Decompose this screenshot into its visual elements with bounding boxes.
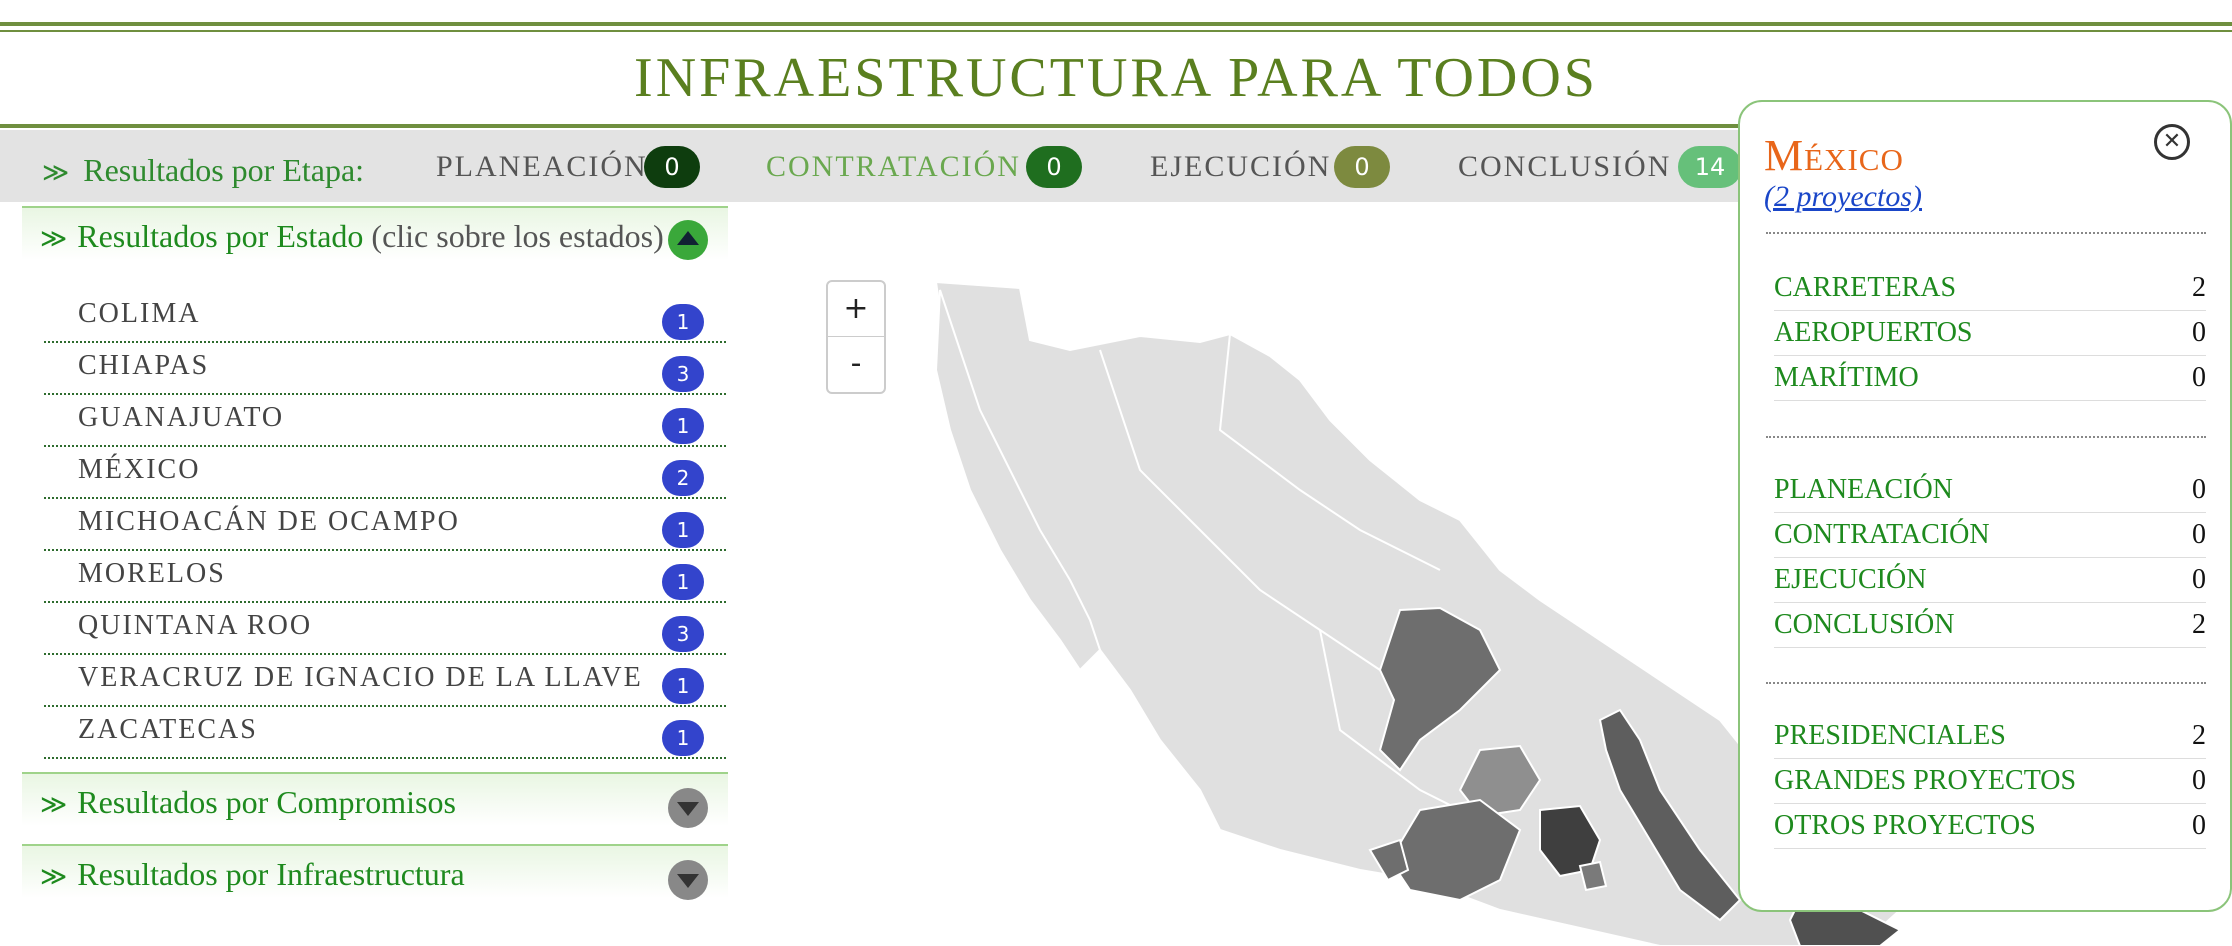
- state-row[interactable]: COLIMA 1: [44, 290, 726, 343]
- state-count-badge: 1: [662, 668, 704, 704]
- divider: [1766, 682, 2206, 684]
- stage-ejecucion[interactable]: EJECUCIÓN: [1150, 150, 1331, 184]
- panel-row-value: 0: [2192, 765, 2206, 796]
- section-infraestructura-label: ≫ Resultados por Infraestructura: [40, 856, 465, 893]
- panel-row: GRANDES PROYECTOS 0: [1774, 759, 2206, 804]
- state-count-badge: 1: [662, 408, 704, 444]
- zoom-in-button[interactable]: +: [828, 282, 884, 336]
- section-infraestructura[interactable]: ≫ Resultados por Infraestructura: [22, 844, 728, 900]
- double-chevron-icon: ≫: [40, 224, 68, 253]
- map-zoom-control: + -: [826, 280, 886, 394]
- state-count-badge: 1: [662, 720, 704, 756]
- panel-row-label: MARÍTIMO: [1774, 362, 1919, 393]
- state-count-badge: 3: [662, 616, 704, 652]
- state-row[interactable]: VERACRUZ DE IGNACIO DE LA LLAVE 1: [44, 654, 726, 707]
- state-name: MÉXICO: [78, 454, 201, 485]
- panel-row-value: 0: [2192, 519, 2206, 550]
- state-name: QUINTANA ROO: [78, 610, 313, 641]
- chevron-down-icon: [677, 874, 699, 888]
- panel-title: México: [1764, 131, 1904, 180]
- panel-row-value: 0: [2192, 362, 2206, 393]
- panel-row-value: 0: [2192, 810, 2206, 841]
- state-row[interactable]: MORELOS 1: [44, 550, 726, 603]
- expand-toggle-button[interactable]: [668, 788, 708, 828]
- state-row[interactable]: MICHOACÁN DE OCAMPO 1: [44, 498, 726, 551]
- state-count-badge: 2: [662, 460, 704, 496]
- panel-row-label: AEROPUERTOS: [1774, 317, 1973, 348]
- double-chevron-icon: ≫: [40, 862, 68, 891]
- stage-conclusion[interactable]: CONCLUSIÓN: [1458, 150, 1671, 184]
- stage-planeacion[interactable]: PLANEACIÓN: [436, 150, 648, 184]
- state-name: GUANAJUATO: [78, 402, 285, 433]
- panel-row: EJECUCIÓN 0: [1774, 558, 2206, 603]
- panel-row-label: CARRETERAS: [1774, 272, 1957, 303]
- panel-row-label: CONCLUSIÓN: [1774, 609, 1955, 640]
- state-row[interactable]: QUINTANA ROO 3: [44, 602, 726, 655]
- collapse-toggle-button[interactable]: [668, 220, 708, 260]
- panel-row-value: 2: [2192, 272, 2206, 303]
- double-chevron-icon: ≫: [42, 158, 70, 187]
- state-info-panel: México (2 proyectos) ✕ CARRETERAS 2 AEROP…: [1738, 100, 2232, 912]
- panel-row-label: CONTRATACIÓN: [1774, 519, 1990, 550]
- panel-row: OTROS PROYECTOS 0: [1774, 804, 2206, 849]
- stage-heading-label: Resultados por Etapa:: [83, 152, 365, 188]
- panel-row-label: OTROS PROYECTOS: [1774, 810, 2036, 841]
- panel-row-value: 0: [2192, 564, 2206, 595]
- stage-contratacion-count[interactable]: 0: [1026, 146, 1082, 188]
- panel-row: CONTRATACIÓN 0: [1774, 513, 2206, 558]
- panel-row-label: PLANEACIÓN: [1774, 474, 1953, 505]
- stage-ejecucion-count[interactable]: 0: [1334, 146, 1390, 188]
- state-row[interactable]: CHIAPAS 3: [44, 342, 726, 395]
- state-count-badge: 1: [662, 304, 704, 340]
- top-rule-thin: [0, 30, 2232, 32]
- panel-row: CONCLUSIÓN 2: [1774, 603, 2206, 648]
- panel-row-value: 0: [2192, 474, 2206, 505]
- panel-row: CARRETERAS 2: [1774, 266, 2206, 311]
- section-estado-label: ≫ Resultados por Estado (clic sobre los e…: [40, 218, 664, 255]
- section-compromisos-title: Resultados por Compromisos: [77, 784, 456, 820]
- stage-planeacion-count[interactable]: 0: [644, 146, 700, 188]
- chevron-down-icon: [677, 802, 699, 816]
- section-compromisos[interactable]: ≫ Resultados por Compromisos: [22, 772, 728, 828]
- section-estado-hint: (clic sobre los estados): [371, 218, 664, 254]
- panel-row-value: 0: [2192, 317, 2206, 348]
- section-estado-title: Resultados por Estado: [77, 218, 364, 254]
- state-row[interactable]: GUANAJUATO 1: [44, 394, 726, 447]
- state-name: MICHOACÁN DE OCAMPO: [78, 506, 460, 537]
- panel-row-label: PRESIDENCIALES: [1774, 720, 2006, 751]
- panel-row-label: EJECUCIÓN: [1774, 564, 1927, 595]
- state-count-badge: 1: [662, 564, 704, 600]
- state-name: COLIMA: [78, 298, 201, 329]
- stage-conclusion-count[interactable]: 14: [1678, 146, 1742, 188]
- section-estado[interactable]: ≫ Resultados por Estado (clic sobre los e…: [22, 206, 728, 260]
- state-name: ZACATECAS: [78, 714, 258, 745]
- state-count-badge: 1: [662, 512, 704, 548]
- divider: [1766, 436, 2206, 438]
- divider: [1766, 232, 2206, 234]
- chevron-up-icon: [677, 231, 699, 245]
- top-rule: [0, 22, 2232, 26]
- expand-toggle-button[interactable]: [668, 860, 708, 900]
- panel-row: AEROPUERTOS 0: [1774, 311, 2206, 356]
- state-count-badge: 3: [662, 356, 704, 392]
- stage-contratacion[interactable]: CONTRATACIÓN: [766, 150, 1021, 184]
- section-compromisos-label: ≫ Resultados por Compromisos: [40, 784, 456, 821]
- state-name: VERACRUZ DE IGNACIO DE LA LLAVE: [78, 662, 643, 693]
- section-infraestructura-title: Resultados por Infraestructura: [77, 856, 465, 892]
- double-chevron-icon: ≫: [40, 790, 68, 819]
- panel-row: PRESIDENCIALES 2: [1774, 714, 2206, 759]
- stage-heading: ≫ Resultados por Etapa:: [42, 152, 364, 189]
- panel-row-label: GRANDES PROYECTOS: [1774, 765, 2077, 796]
- close-icon[interactable]: ✕: [2154, 124, 2190, 160]
- state-name: CHIAPAS: [78, 350, 210, 381]
- state-row[interactable]: ZACATECAS 1: [44, 706, 726, 759]
- state-name: MORELOS: [78, 558, 226, 589]
- zoom-out-button[interactable]: -: [828, 336, 884, 391]
- panel-row-value: 2: [2192, 720, 2206, 751]
- panel-row-value: 2: [2192, 609, 2206, 640]
- projects-link[interactable]: (2 proyectos): [1764, 180, 1922, 214]
- state-row[interactable]: MÉXICO 2: [44, 446, 726, 499]
- panel-row: PLANEACIÓN 0: [1774, 468, 2206, 513]
- panel-row: MARÍTIMO 0: [1774, 356, 2206, 401]
